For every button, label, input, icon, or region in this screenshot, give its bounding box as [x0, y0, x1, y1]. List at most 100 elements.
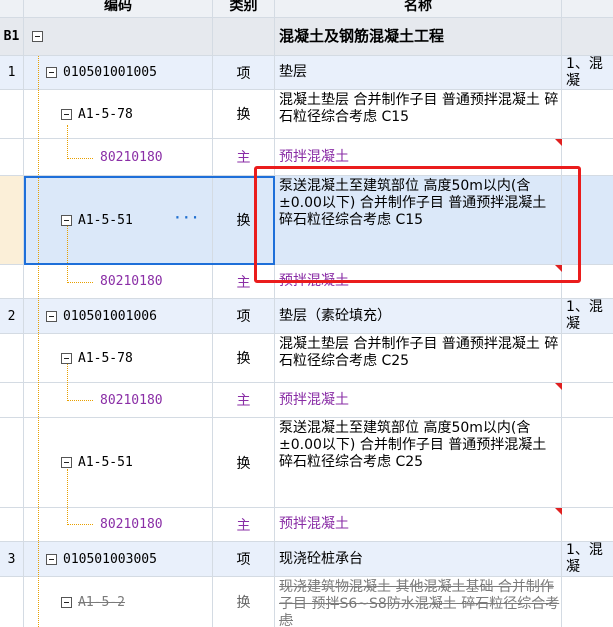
quota-grid: 编码 类别 名称 B1 混凝土及钢筋混凝土工程 1 010501001005 项… [0, 0, 613, 627]
comment-marker-icon [555, 383, 562, 390]
code-cell[interactable]: 010501003005 [24, 542, 213, 576]
row-number [0, 383, 24, 417]
table-row-selected[interactable]: A1-5-51 ··· 换 泵送混凝土至建筑部位 高度50m以内(含±0.00以… [0, 176, 613, 265]
material-code: 80210180 [100, 274, 163, 289]
name-cell[interactable]: 现浇砼桩承台 [275, 542, 562, 576]
collapse-toggle-icon[interactable] [61, 108, 72, 120]
row-number [0, 418, 24, 507]
name-cell[interactable]: 垫层 [275, 56, 562, 89]
feature-cell [562, 334, 613, 382]
code-cell[interactable]: A1-5-78 [24, 334, 213, 382]
collapse-toggle-icon[interactable] [61, 214, 72, 226]
category-cell [213, 18, 275, 55]
name-cell[interactable]: 预拌混凝土 [275, 508, 562, 541]
row-number [0, 508, 24, 541]
code-cell [24, 18, 213, 55]
name-cell[interactable]: 混凝土垫层 合并制作子目 普通预拌混凝土 碎石粒径综合考虑 C25 [275, 334, 562, 382]
collapse-toggle-icon[interactable] [61, 457, 72, 468]
row-number: 1 [0, 56, 24, 89]
feature-cell [562, 90, 613, 138]
row-number: B1 [0, 18, 24, 55]
name-cell[interactable]: 现浇建筑物混凝土 其他混凝土基础 合并制作子目 预拌S6~S8防水混凝土 碎石粒… [275, 577, 562, 627]
header-category[interactable]: 类别 [213, 0, 275, 17]
collapse-toggle-icon[interactable] [46, 310, 57, 322]
material-code: 80210180 [100, 149, 163, 165]
item-code: 010501001006 [63, 308, 157, 324]
category-cell: 项 [213, 299, 275, 333]
collapse-toggle-icon[interactable] [61, 596, 72, 608]
name-cell[interactable]: 预拌混凝土 [275, 265, 562, 298]
table-row[interactable]: A1-5-51 换 泵送混凝土至建筑部位 高度50m以内(含±0.00以下) 合… [0, 418, 613, 508]
category-cell: 主 [213, 383, 275, 417]
code-cell[interactable]: 80210180 [24, 139, 213, 175]
feature-cell [562, 18, 613, 55]
header-row: 编码 类别 名称 [0, 0, 613, 18]
name-cell[interactable]: 泵送混凝土至建筑部位 高度50m以内(含±0.00以下) 合并制作子目 普通预拌… [275, 418, 562, 507]
tree-line [67, 158, 93, 159]
category-cell: 主 [213, 265, 275, 298]
tree-line [67, 400, 93, 401]
quota-code: A1-5-78 [78, 350, 133, 366]
code-cell[interactable]: 80210180 [24, 508, 213, 541]
category-cell: 主 [213, 139, 275, 175]
feature-cell[interactable]: 1、混凝 [562, 542, 613, 576]
name-cell[interactable]: 混凝土及钢筋混凝土工程 [275, 18, 562, 55]
section-row[interactable]: B1 混凝土及钢筋混凝土工程 [0, 18, 613, 56]
item-code: 010501001005 [63, 65, 157, 80]
material-code: 80210180 [100, 517, 163, 532]
list-item[interactable]: 3 010501003005 项 现浇砼桩承台 1、混凝 [0, 542, 613, 577]
code-cell[interactable]: 010501001005 [24, 56, 213, 89]
code-cell[interactable]: 80210180 [24, 383, 213, 417]
category-cell: 主 [213, 508, 275, 541]
list-item[interactable]: 2 010501001006 项 垫层（素砼填充） 1、混凝 [0, 299, 613, 334]
row-number [0, 265, 24, 298]
row-number [0, 334, 24, 382]
quota-code: A1-5-51 [78, 455, 133, 470]
feature-cell[interactable]: 1、混凝 [562, 299, 613, 333]
tree-line [38, 56, 39, 627]
code-cell[interactable]: A1-5-78 [24, 90, 213, 138]
feature-cell [562, 383, 613, 417]
tree-line [67, 469, 68, 525]
tree-line [67, 524, 93, 525]
code-cell[interactable]: 80210180 [24, 265, 213, 298]
feature-cell [562, 176, 613, 264]
feature-cell[interactable]: 1、混凝 [562, 56, 613, 89]
category-cell: 项 [213, 56, 275, 89]
tree-line [67, 364, 68, 401]
collapse-toggle-icon[interactable] [61, 352, 72, 364]
header-name[interactable]: 名称 [275, 0, 562, 17]
list-item[interactable]: 1 010501001005 项 垫层 1、混凝 [0, 56, 613, 90]
table-row[interactable]: A1-5-2 换 现浇建筑物混凝土 其他混凝土基础 合并制作子目 预拌S6~S8… [0, 577, 613, 627]
item-code: 010501003005 [63, 551, 157, 567]
category-cell: 换 [213, 176, 275, 264]
code-cell[interactable]: A1-5-2 [24, 577, 213, 627]
table-row[interactable]: A1-5-78 换 混凝土垫层 合并制作子目 普通预拌混凝土 碎石粒径综合考虑 … [0, 90, 613, 139]
name-cell[interactable]: 预拌混凝土 [275, 383, 562, 417]
comment-marker-icon [555, 139, 562, 146]
collapse-toggle-icon[interactable] [46, 553, 57, 565]
code-cell[interactable]: A1-5-51 [24, 418, 213, 507]
row-number: 3 [0, 542, 24, 576]
code-cell[interactable]: A1-5-51 ··· [24, 176, 213, 264]
table-row[interactable]: 80210180 主 预拌混凝土 [0, 508, 613, 542]
row-number [0, 90, 24, 138]
row-number [0, 176, 24, 264]
quota-code: A1-5-2 [78, 594, 125, 610]
header-code[interactable]: 编码 [24, 0, 213, 17]
name-cell[interactable]: 泵送混凝土至建筑部位 高度50m以内(含±0.00以下) 合并制作子目 普通预拌… [275, 176, 562, 264]
header-feature[interactable] [562, 0, 613, 17]
code-cell[interactable]: 010501001006 [24, 299, 213, 333]
material-code: 80210180 [100, 392, 163, 408]
tree-line [67, 282, 93, 283]
comment-marker-icon [555, 508, 562, 515]
comment-marker-icon [555, 265, 562, 272]
name-cell[interactable]: 垫层（素砼填充） [275, 299, 562, 333]
table-row[interactable]: A1-5-78 换 混凝土垫层 合并制作子目 普通预拌混凝土 碎石粒径综合考虑 … [0, 334, 613, 383]
more-options-button[interactable]: ··· [174, 211, 200, 226]
collapse-toggle-icon[interactable] [46, 67, 57, 78]
collapse-toggle-icon[interactable] [32, 31, 43, 42]
quota-code: A1-5-78 [78, 106, 133, 122]
name-cell[interactable]: 预拌混凝土 [275, 139, 562, 175]
name-cell[interactable]: 混凝土垫层 合并制作子目 普通预拌混凝土 碎石粒径综合考虑 C15 [275, 90, 562, 138]
